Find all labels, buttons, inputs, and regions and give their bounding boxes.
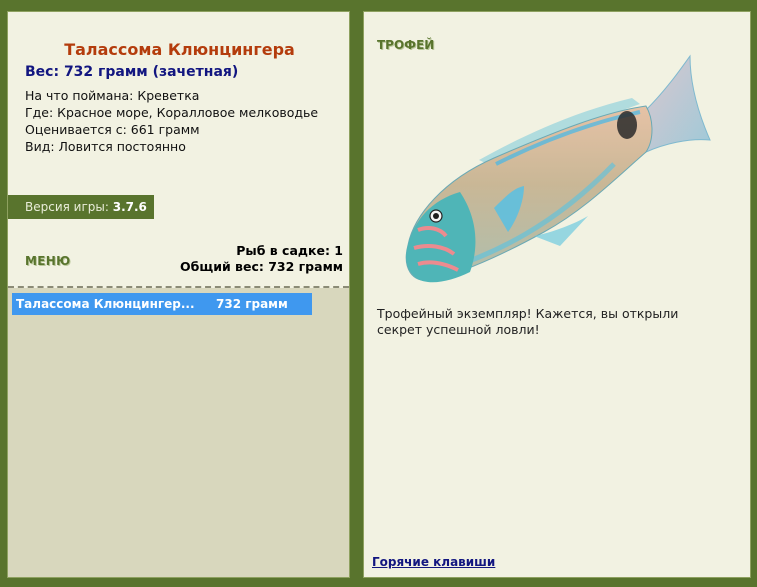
version-badge: Версия игры: 3.7.6 bbox=[8, 195, 154, 219]
fish-title: Талассома Клюнцингера bbox=[64, 40, 295, 59]
keepnet-stats: Рыб в садке: 1 Общий вес: 732 грамм bbox=[180, 243, 343, 275]
fish-details: На что поймана: Креветка Где: Красное мо… bbox=[25, 87, 318, 155]
keepnet-list: Талассома Клюнцингер... 732 грамм bbox=[8, 288, 349, 577]
trophy-message: Трофейный экземпляр! Кажется, вы открыли… bbox=[377, 306, 679, 337]
rated-from-line: Оценивается с: 661 грамм bbox=[25, 122, 200, 137]
menu-button[interactable]: МЕНЮ bbox=[25, 254, 70, 268]
keepnet-list-item[interactable]: Талассома Клюнцингер... 732 грамм bbox=[12, 293, 312, 315]
keepnet-total-weight: Общий вес: 732 грамм bbox=[180, 259, 343, 274]
version-label: Версия игры: bbox=[25, 200, 109, 214]
catch-weight: 732 грамм bbox=[216, 297, 288, 311]
fish-weight: Вес: 732 грамм (зачетная) bbox=[25, 64, 239, 80]
keepnet-count: Рыб в садке: 1 bbox=[236, 243, 343, 258]
fish-info-panel: Талассома Клюнцингера Вес: 732 грамм (за… bbox=[7, 11, 350, 578]
version-value: 3.7.6 bbox=[112, 200, 147, 214]
trophy-panel: ТРОФЕЙ Трофейный экземпляр! Кажется, вы … bbox=[363, 11, 751, 578]
bait-line: На что поймана: Креветка bbox=[25, 88, 200, 103]
location-line: Где: Красное море, Коралловое мелководье bbox=[25, 105, 319, 120]
fish-image bbox=[405, 54, 711, 283]
hotkeys-link[interactable]: Горячие клавиши bbox=[372, 555, 495, 569]
catch-name: Талассома Клюнцингер... bbox=[16, 297, 195, 311]
kind-line: Вид: Ловится постоянно bbox=[25, 139, 186, 154]
